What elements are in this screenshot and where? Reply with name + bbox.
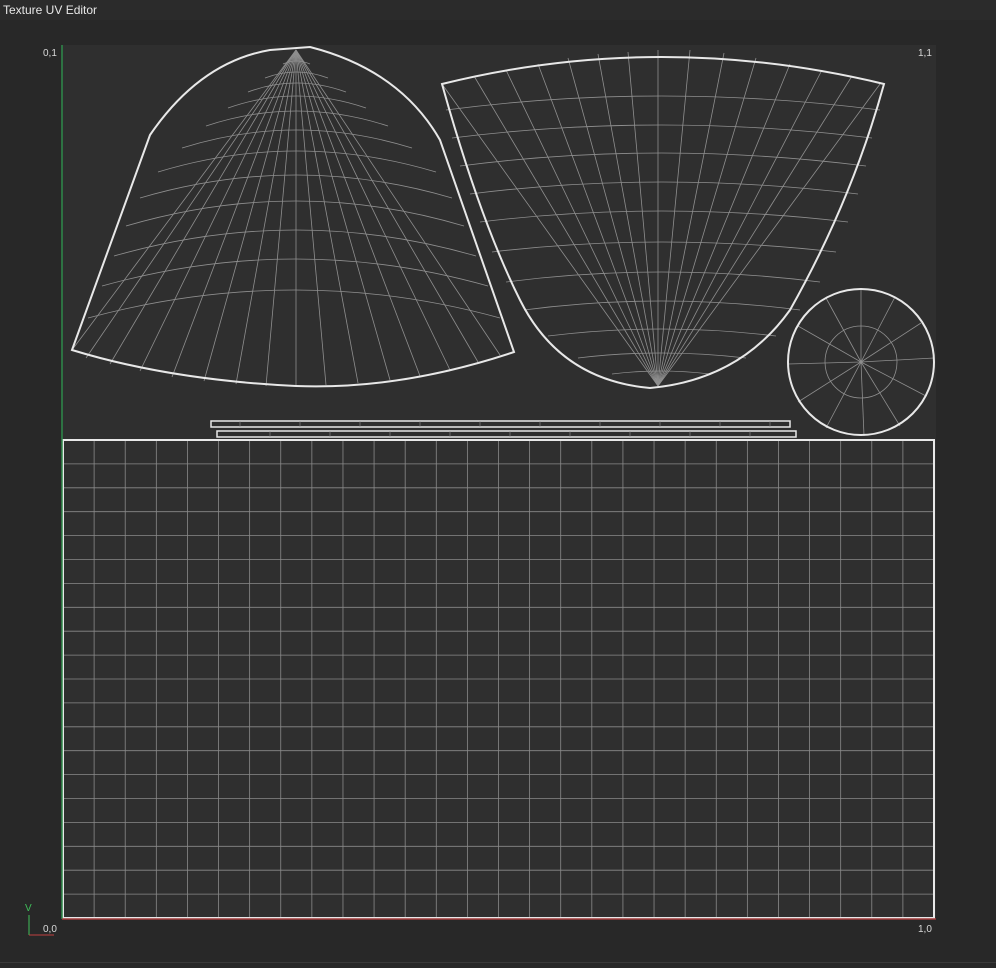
panel-bottom-border	[0, 962, 996, 963]
uv-space-area	[62, 45, 936, 919]
uv-viewport[interactable]	[0, 0, 996, 968]
uv-corner-label-bottom-left: 0,0	[43, 924, 57, 935]
uv-corner-label-top-left: 0,1	[43, 48, 57, 59]
v-axis-gizmo-label: V	[25, 903, 32, 914]
uv-island-grid-rect[interactable]	[62, 439, 935, 919]
uv-island-grid-lines	[63, 440, 934, 918]
uv-corner-label-bottom-right: 1,0	[918, 924, 932, 935]
uv-corner-label-top-right: 1,1	[918, 48, 932, 59]
